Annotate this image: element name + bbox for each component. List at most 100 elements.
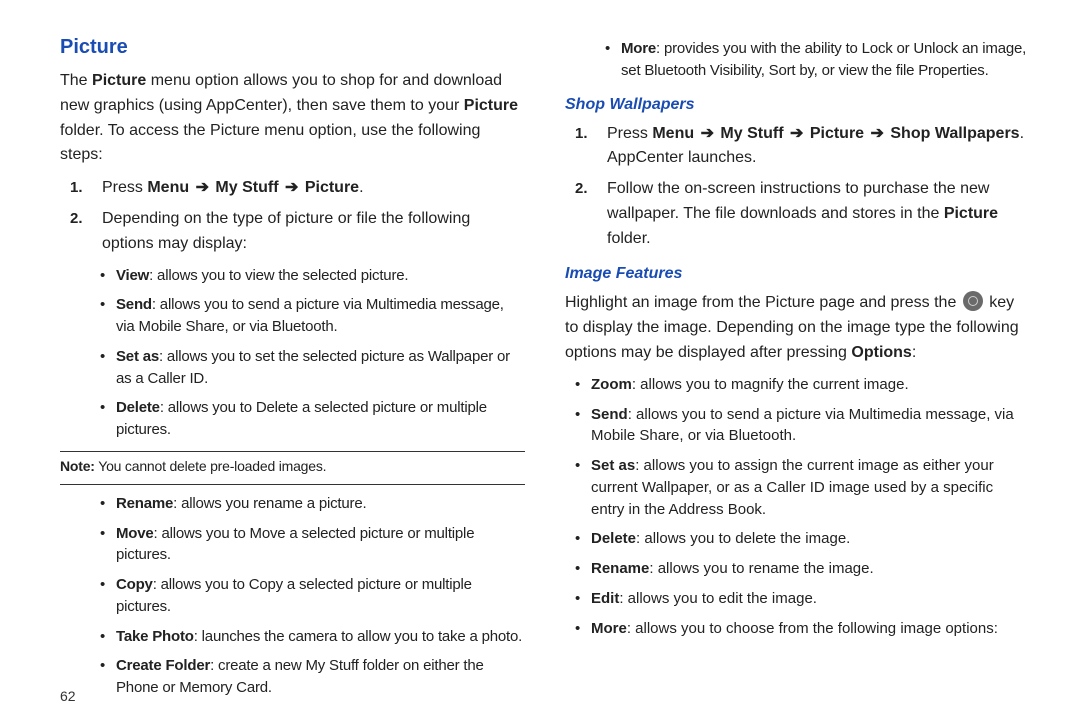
picture-steps: 1. Press Menu ➔ My Stuff ➔ Picture. 2. D… xyxy=(70,176,525,256)
step-number: 1. xyxy=(70,176,83,199)
text: Press xyxy=(102,179,147,196)
list-item: Edit: allows you to edit the image. xyxy=(575,588,1030,610)
manual-page: Picture The Picture menu option allows y… xyxy=(0,0,1080,720)
option-desc: : allows you to set the selected picture… xyxy=(116,348,510,387)
option-desc: : allows you to send a picture via Multi… xyxy=(116,296,504,335)
option-desc: : allows you to choose from the followin… xyxy=(627,620,998,637)
option-label: Delete xyxy=(116,399,160,416)
heading-picture: Picture xyxy=(60,36,525,59)
step-1: 1. Press Menu ➔ My Stuff ➔ Picture ➔ Sho… xyxy=(575,122,1030,172)
list-item: Copy: allows you to Copy a selected pict… xyxy=(100,574,525,618)
step-number: 2. xyxy=(70,207,83,230)
text-bold: My Stuff xyxy=(215,179,278,196)
heading-image-features: Image Features xyxy=(565,265,1030,283)
option-label: Delete xyxy=(591,530,636,547)
option-label: Zoom xyxy=(591,376,632,393)
list-item: Rename: allows you to rename the image. xyxy=(575,558,1030,580)
note-label: Note: xyxy=(60,458,95,474)
text-bold: Menu xyxy=(147,179,189,196)
more-bullet-list: More: provides you with the ability to L… xyxy=(605,38,1030,82)
text: . xyxy=(359,179,363,196)
list-item: Rename: allows you rename a picture. xyxy=(100,493,525,515)
option-label: View xyxy=(116,267,149,284)
text-bold: Picture xyxy=(810,125,864,142)
text-bold: Picture xyxy=(464,97,518,114)
divider xyxy=(60,484,525,485)
text: folder. xyxy=(607,230,651,247)
list-item: View: allows you to view the selected pi… xyxy=(100,265,525,287)
note-text: Note: You cannot delete pre-loaded image… xyxy=(60,458,525,474)
text-bold: Picture xyxy=(944,205,998,222)
list-item: Send: allows you to send a picture via M… xyxy=(575,404,1030,448)
option-desc: : allows you to rename the image. xyxy=(649,560,873,577)
picture-options-a: View: allows you to view the selected pi… xyxy=(100,265,525,441)
option-label: Rename xyxy=(116,495,173,512)
heading-shop-wallpapers: Shop Wallpapers xyxy=(565,96,1030,114)
option-label: Send xyxy=(116,296,152,313)
option-desc: : allows you to Move a selected picture … xyxy=(116,525,474,564)
option-desc: : allows you to assign the current image… xyxy=(591,457,994,518)
list-item: Move: allows you to Move a selected pict… xyxy=(100,523,525,567)
list-item: Set as: allows you to set the selected p… xyxy=(100,346,525,390)
option-label: Create Folder xyxy=(116,657,210,674)
option-label: More xyxy=(621,40,656,57)
list-item: Delete: allows you to delete the image. xyxy=(575,528,1030,550)
option-desc: : allows you to magnify the current imag… xyxy=(632,376,909,393)
text: : xyxy=(912,344,916,361)
option-label: Edit xyxy=(591,590,619,607)
ok-key-icon xyxy=(963,291,983,311)
option-label: Rename xyxy=(591,560,649,577)
text-bold: Picture xyxy=(305,179,359,196)
text: Depending on the type of picture or file… xyxy=(102,210,470,252)
text-bold: Shop Wallpapers xyxy=(890,125,1019,142)
list-item: More: provides you with the ability to L… xyxy=(605,38,1030,82)
arrow-icon: ➔ xyxy=(279,179,305,196)
option-label: Copy xyxy=(116,576,153,593)
right-column: More: provides you with the ability to L… xyxy=(565,30,1030,700)
option-label: Set as xyxy=(591,457,635,474)
option-desc: : allows you to view the selected pictur… xyxy=(149,267,408,284)
page-number: 62 xyxy=(60,688,76,704)
text: Follow the on-screen instructions to pur… xyxy=(607,180,989,222)
left-column: Picture The Picture menu option allows y… xyxy=(60,30,525,700)
text-bold: My Stuff xyxy=(720,125,783,142)
arrow-icon: ➔ xyxy=(694,125,720,142)
arrow-icon: ➔ xyxy=(864,125,890,142)
note-body: You cannot delete pre-loaded images. xyxy=(95,458,327,474)
option-desc: : allows you to send a picture via Multi… xyxy=(591,406,1014,445)
step-number: 1. xyxy=(575,122,588,145)
option-label: Set as xyxy=(116,348,159,365)
list-item: More: allows you to choose from the foll… xyxy=(575,618,1030,640)
step-number: 2. xyxy=(575,177,588,200)
image-feature-options: Zoom: allows you to magnify the current … xyxy=(575,374,1030,640)
step-2: 2. Follow the on-screen instructions to … xyxy=(575,177,1030,251)
image-features-intro: Highlight an image from the Picture page… xyxy=(565,291,1030,365)
option-label: Move xyxy=(116,525,154,542)
option-desc: : allows you to Copy a selected picture … xyxy=(116,576,472,615)
shop-steps: 1. Press Menu ➔ My Stuff ➔ Picture ➔ Sho… xyxy=(575,122,1030,252)
text: Highlight an image from the Picture page… xyxy=(565,294,961,311)
list-item: Create Folder: create a new My Stuff fol… xyxy=(100,655,525,699)
text-bold: Menu xyxy=(652,125,694,142)
text-bold: Picture xyxy=(92,72,146,89)
option-desc: : allows you to Delete a selected pictur… xyxy=(116,399,487,438)
divider xyxy=(60,451,525,452)
list-item: Delete: allows you to Delete a selected … xyxy=(100,397,525,441)
option-desc: : allows you rename a picture. xyxy=(173,495,366,512)
text: The xyxy=(60,72,92,89)
arrow-icon: ➔ xyxy=(784,125,810,142)
list-item: Take Photo: launches the camera to allow… xyxy=(100,626,525,648)
text-bold: Options xyxy=(851,344,911,361)
option-desc: : allows you to edit the image. xyxy=(619,590,817,607)
option-desc: : launches the camera to allow you to ta… xyxy=(194,628,522,645)
picture-intro: The Picture menu option allows you to sh… xyxy=(60,69,525,168)
step-2: 2. Depending on the type of picture or f… xyxy=(70,207,525,257)
picture-options-b: Rename: allows you rename a picture. Mov… xyxy=(100,493,525,699)
list-item: Send: allows you to send a picture via M… xyxy=(100,294,525,338)
option-desc: : allows you to delete the image. xyxy=(636,530,850,547)
option-desc: : provides you with the ability to Lock … xyxy=(621,40,1026,79)
option-label: Take Photo xyxy=(116,628,194,645)
text: Press xyxy=(607,125,652,142)
list-item: Zoom: allows you to magnify the current … xyxy=(575,374,1030,396)
list-item: Set as: allows you to assign the current… xyxy=(575,455,1030,520)
